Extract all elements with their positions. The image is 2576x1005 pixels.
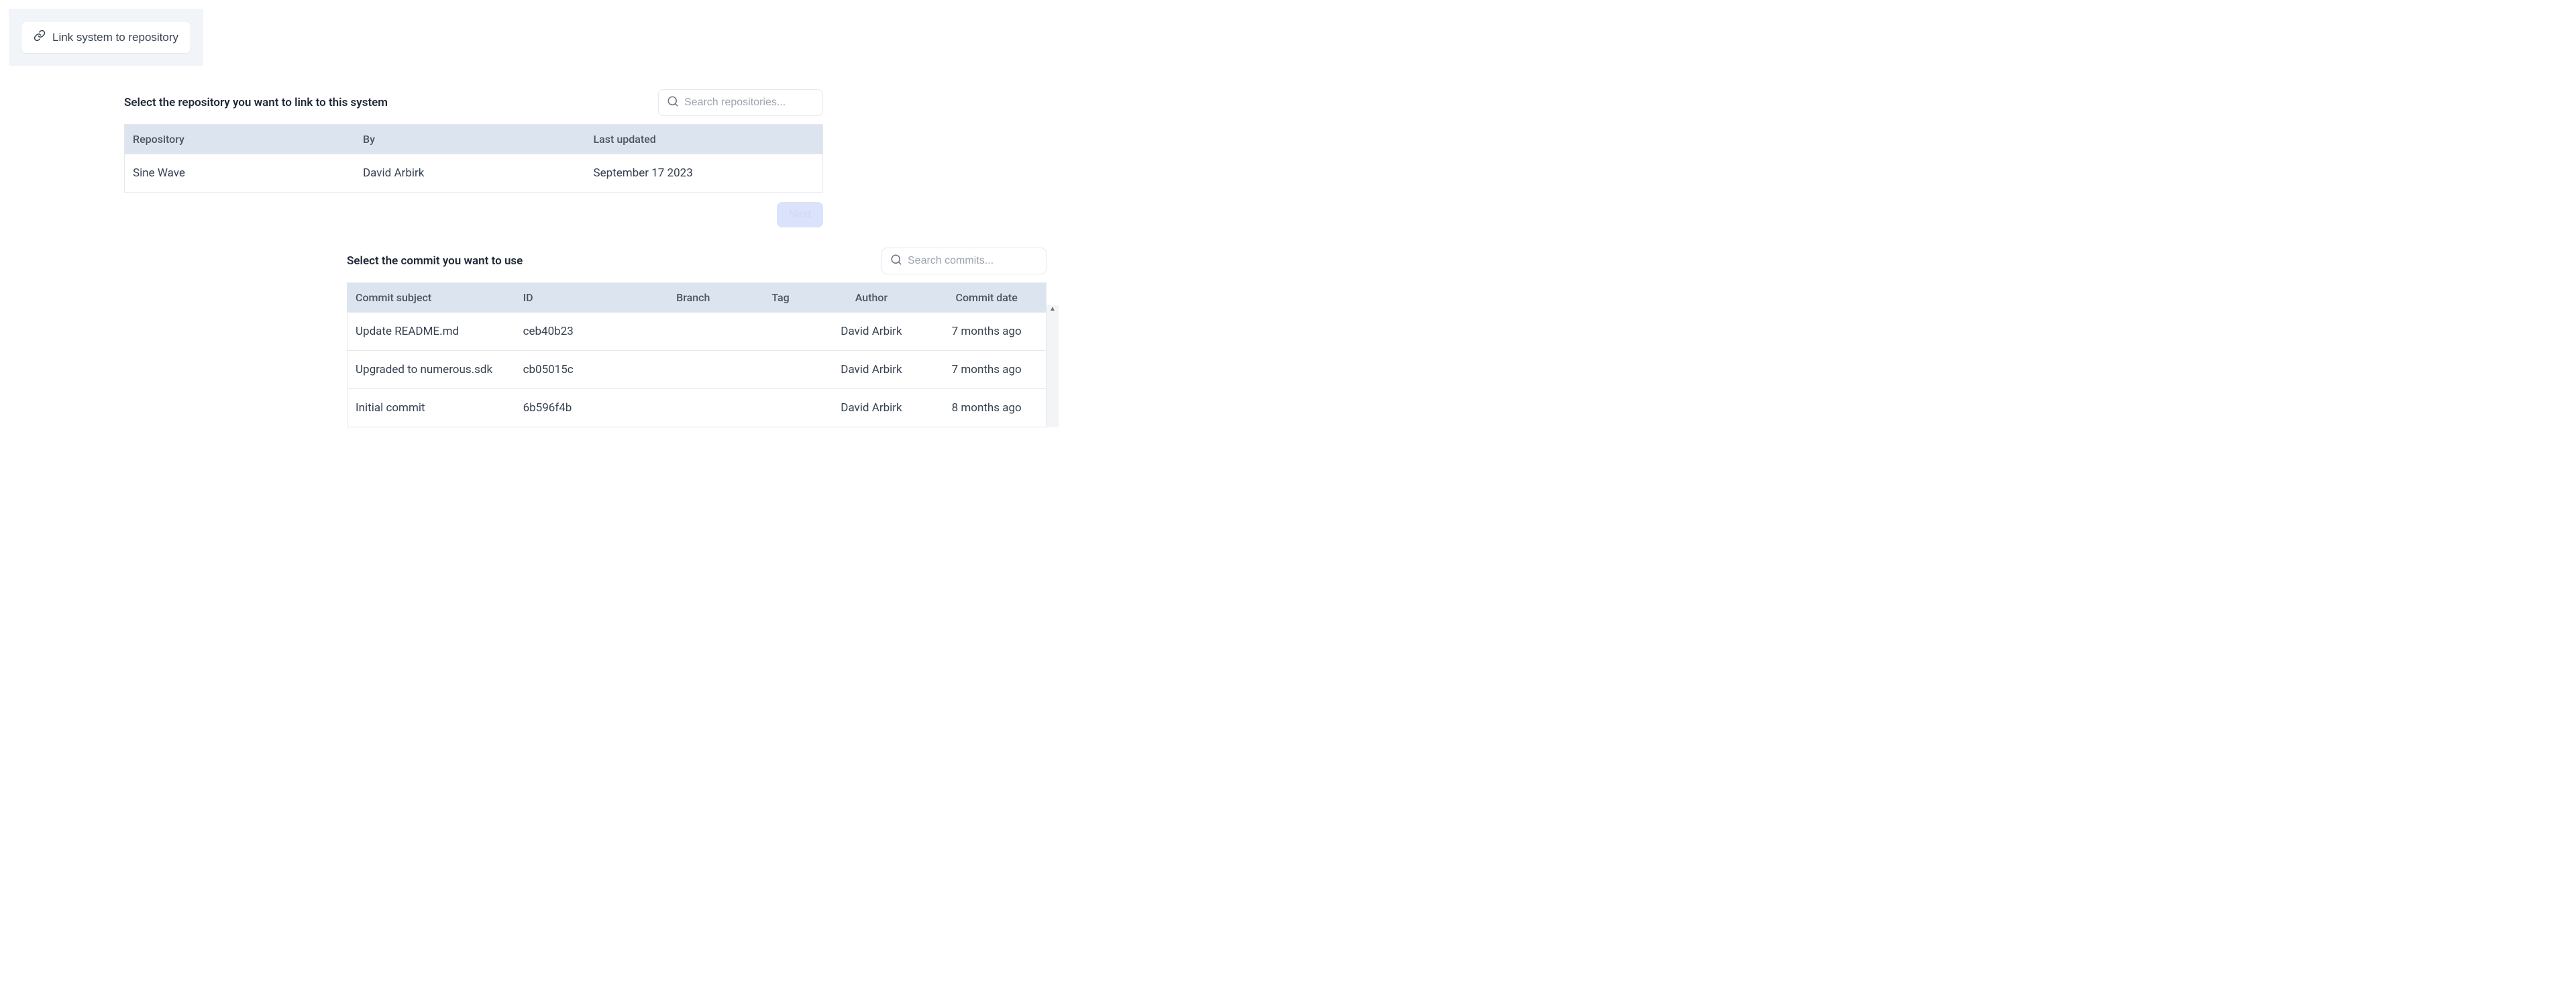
commit-section-title: Select the commit you want to use — [347, 254, 523, 268]
commit-col-date: Commit date — [927, 283, 1046, 313]
commit-section: Select the commit you want to use Commit… — [347, 248, 1046, 427]
commit-cell-date: 7 months ago — [927, 313, 1046, 351]
repo-cell-by: David Arbirk — [355, 154, 586, 193]
link-button-wrapper: Link system to repository — [9, 9, 203, 66]
commit-col-author: Author — [816, 283, 928, 313]
repo-col-repository: Repository — [125, 125, 356, 154]
commit-cell-branch — [641, 389, 745, 427]
commit-col-branch: Branch — [641, 283, 745, 313]
commit-cell-date: 8 months ago — [927, 389, 1046, 427]
scroll-up-icon: ▲ — [1049, 305, 1056, 313]
commit-col-id: ID — [515, 283, 641, 313]
link-button-label: Link system to repository — [52, 31, 178, 44]
commit-table: Commit subject ID Branch Tag Author Comm… — [347, 282, 1046, 427]
commit-search[interactable] — [881, 248, 1046, 274]
table-row[interactable]: Upgraded to numerous.sdk cb05015c David … — [347, 351, 1046, 389]
commit-cell-author: David Arbirk — [816, 351, 928, 389]
commit-cell-tag — [745, 313, 815, 351]
repository-search[interactable] — [658, 89, 823, 116]
commit-cell-branch — [641, 313, 745, 351]
commit-cell-subject: Update README.md — [347, 313, 515, 351]
repo-cell-repository: Sine Wave — [125, 154, 356, 193]
link-icon — [34, 30, 46, 45]
table-row[interactable]: Initial commit 6b596f4b David Arbirk 8 m… — [347, 389, 1046, 427]
table-row[interactable]: Sine Wave David Arbirk September 17 2023 — [125, 154, 823, 193]
table-row[interactable]: Update README.md ceb40b23 David Arbirk 7… — [347, 313, 1046, 351]
commit-cell-tag — [745, 351, 815, 389]
repository-section-title: Select the repository you want to link t… — [124, 96, 388, 109]
scrollbar[interactable]: ▲ — [1046, 305, 1059, 427]
commit-cell-id: ceb40b23 — [515, 313, 641, 351]
commit-cell-branch — [641, 351, 745, 389]
link-system-button[interactable]: Link system to repository — [21, 21, 191, 54]
repo-cell-last-updated: September 17 2023 — [586, 154, 823, 193]
commit-cell-date: 7 months ago — [927, 351, 1046, 389]
next-button[interactable]: Next — [777, 202, 823, 227]
commit-cell-author: David Arbirk — [816, 389, 928, 427]
commit-cell-subject: Initial commit — [347, 389, 515, 427]
commit-cell-id: 6b596f4b — [515, 389, 641, 427]
search-icon — [890, 254, 902, 268]
commit-col-subject: Commit subject — [347, 283, 515, 313]
commit-col-tag: Tag — [745, 283, 815, 313]
commit-cell-tag — [745, 389, 815, 427]
repository-section: Select the repository you want to link t… — [124, 89, 823, 227]
repo-col-by: By — [355, 125, 586, 154]
search-icon — [667, 95, 679, 110]
commit-cell-author: David Arbirk — [816, 313, 928, 351]
repo-col-last-updated: Last updated — [586, 125, 823, 154]
commit-cell-subject: Upgraded to numerous.sdk — [347, 351, 515, 389]
commit-search-input[interactable] — [908, 255, 1038, 267]
commit-cell-id: cb05015c — [515, 351, 641, 389]
repository-search-input[interactable] — [684, 97, 814, 109]
repository-table: Repository By Last updated Sine Wave Dav… — [124, 124, 823, 193]
